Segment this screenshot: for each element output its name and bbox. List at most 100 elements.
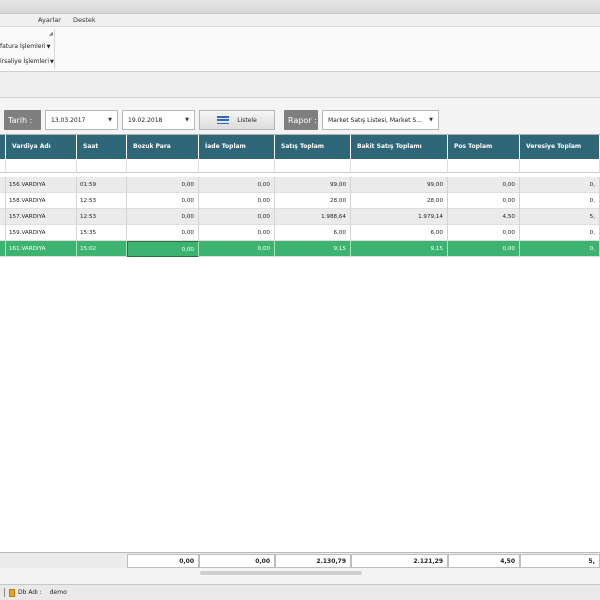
cell-satis-toplam[interactable]: 28,00 bbox=[275, 193, 351, 209]
fatura-islemleri-button[interactable]: fatura İşlemleri▼ bbox=[0, 43, 50, 50]
status-separator bbox=[4, 588, 5, 597]
db-name-label: Db Adı : bbox=[18, 589, 42, 596]
cell-bozuk-para[interactable]: 0,00 bbox=[127, 193, 199, 209]
cell-pos-toplam[interactable]: 4,50 bbox=[448, 209, 520, 225]
column-header-pos-toplam[interactable]: Pos Toplam bbox=[448, 135, 520, 159]
menu-bar: Ayarlar Destek bbox=[0, 14, 600, 26]
cell-iade-toplam[interactable]: 0,00 bbox=[199, 241, 275, 257]
database-icon bbox=[9, 588, 15, 597]
filter-cell-iade-toplam[interactable] bbox=[199, 159, 275, 173]
cell-pos-toplam[interactable]: 0,00 bbox=[448, 177, 520, 193]
cell-veresiye-toplam[interactable]: 0, bbox=[520, 241, 600, 257]
filter-cell-saat[interactable] bbox=[77, 159, 127, 173]
horizontal-scrollbar[interactable] bbox=[0, 568, 600, 578]
table-row[interactable]: 159.VARDIYA 15:35 0,00 0,00 6,00 6,00 0,… bbox=[0, 225, 600, 241]
cell-iade-toplam[interactable]: 0,00 bbox=[199, 225, 275, 241]
rapor-select[interactable]: Market Satış Listesi, Market S... ▼ bbox=[322, 110, 439, 130]
cell-veresiye-toplam[interactable]: 0, bbox=[520, 177, 600, 193]
cell-saat[interactable]: 12:53 bbox=[77, 193, 127, 209]
cell-vardiya-adi[interactable]: 161.VARDIYA bbox=[6, 241, 77, 257]
rapor-label: Rapor : bbox=[284, 110, 318, 130]
filter-bar: Tarih : 13.03.2017 ▼ 19.02.2018 ▼ Listel… bbox=[0, 104, 600, 134]
total-bozuk-para: 0,00 bbox=[127, 554, 199, 568]
filter-cell-satis-toplam[interactable] bbox=[275, 159, 351, 173]
db-name-value: demo bbox=[49, 589, 67, 596]
cell-saat[interactable]: 12:53 bbox=[77, 209, 127, 225]
cell-satis-toplam[interactable]: 1.988,64 bbox=[275, 209, 351, 225]
ribbon: fatura İşlemleri▼ irsaliye İşlemleri▼ ◢ bbox=[0, 26, 600, 72]
column-header-iade-toplam[interactable]: İade Toplam bbox=[199, 135, 275, 159]
column-header-nakit-satis-toplami[interactable]: Bakit Satış Toplamı bbox=[351, 135, 448, 159]
listele-button[interactable]: Listele bbox=[199, 110, 275, 130]
date-from-value: 13.03.2017 bbox=[51, 116, 86, 124]
total-satis-toplam: 2.130,79 bbox=[275, 554, 351, 568]
cell-bozuk-para[interactable]: 0,00 bbox=[127, 209, 199, 225]
chevron-down-icon: ▼ bbox=[46, 44, 51, 50]
cell-saat[interactable]: 15:35 bbox=[77, 225, 127, 241]
date-to-value: 19.02.2018 bbox=[128, 116, 163, 124]
cell-veresiye-toplam[interactable]: 0, bbox=[520, 225, 600, 241]
cell-veresiye-toplam[interactable]: 5, bbox=[520, 209, 600, 225]
cell-bozuk-para[interactable]: 0,00 bbox=[127, 225, 199, 241]
cell-satis-toplam[interactable]: 9,15 bbox=[275, 241, 351, 257]
menu-ayarlar[interactable]: Ayarlar bbox=[32, 16, 67, 24]
column-header-vardiya-adi[interactable]: Vardiya Adı bbox=[6, 135, 77, 159]
list-icon bbox=[217, 116, 230, 124]
date-from-picker[interactable]: 13.03.2017 ▼ bbox=[45, 110, 118, 130]
scrollbar-thumb[interactable] bbox=[200, 571, 362, 575]
column-header-saat[interactable]: Saat bbox=[77, 135, 127, 159]
cell-saat[interactable]: 15:02 bbox=[77, 241, 127, 257]
cell-vardiya-adi[interactable]: 159.VARDIYA bbox=[6, 225, 77, 241]
table-row[interactable]: 156.VARDIYA 01:59 0,00 0,00 99,00 99,00 … bbox=[0, 177, 600, 193]
cell-vardiya-adi[interactable]: 158.VARDIYA bbox=[6, 193, 77, 209]
cell-pos-toplam[interactable]: 0,00 bbox=[448, 225, 520, 241]
cell-pos-toplam[interactable]: 0,00 bbox=[448, 193, 520, 209]
cell-nakit-satis-toplami[interactable]: 6,00 bbox=[351, 225, 448, 241]
cell-nakit-satis-toplami[interactable]: 1.979,14 bbox=[351, 209, 448, 225]
irsaliye-islemleri-label: irsaliye İşlemleri bbox=[0, 58, 50, 65]
grid-header: Vardiya Adı Saat Bozuk Para İade Toplam … bbox=[0, 135, 600, 159]
cell-iade-toplam[interactable]: 0,00 bbox=[199, 177, 275, 193]
date-to-picker[interactable]: 19.02.2018 ▼ bbox=[122, 110, 195, 130]
menu-destek[interactable]: Destek bbox=[67, 16, 102, 24]
filter-cell-nakit-satis-toplami[interactable] bbox=[351, 159, 448, 173]
filter-cell-pos-toplam[interactable] bbox=[448, 159, 520, 173]
cell-veresiye-toplam[interactable]: 0, bbox=[520, 193, 600, 209]
table-row[interactable]: 158.VARDIYA 12:53 0,00 0,00 28,00 28,00 … bbox=[0, 193, 600, 209]
cell-pos-toplam[interactable]: 0,00 bbox=[448, 241, 520, 257]
cell-iade-toplam[interactable]: 0,00 bbox=[199, 193, 275, 209]
status-bar: Db Adı : demo bbox=[0, 584, 600, 600]
listele-label: Listele bbox=[237, 116, 257, 124]
rapor-value: Market Satış Listesi, Market S... bbox=[328, 116, 422, 124]
total-pos-toplam: 4,50 bbox=[448, 554, 520, 568]
table-row[interactable]: 157.VARDIYA 12:53 0,00 0,00 1.988,64 1.9… bbox=[0, 209, 600, 225]
chevron-down-icon: ▼ bbox=[108, 117, 112, 123]
filter-cell-veresiye-toplam[interactable] bbox=[520, 159, 600, 173]
cell-vardiya-adi[interactable]: 156.VARDIYA bbox=[6, 177, 77, 193]
data-grid: Vardiya Adı Saat Bozuk Para İade Toplam … bbox=[0, 134, 600, 552]
filter-cell-bozuk-para[interactable] bbox=[127, 159, 199, 173]
filter-cell-vardiya-adi[interactable] bbox=[6, 159, 77, 173]
column-header-bozuk-para[interactable]: Bozuk Para bbox=[127, 135, 199, 159]
cell-vardiya-adi[interactable]: 157.VARDIYA bbox=[6, 209, 77, 225]
cell-satis-toplam[interactable]: 6,00 bbox=[275, 225, 351, 241]
total-nakit-satis-toplami: 2.121,29 bbox=[351, 554, 448, 568]
column-header-satis-toplam[interactable]: Satış Toplam bbox=[275, 135, 351, 159]
cell-nakit-satis-toplami[interactable]: 99,00 bbox=[351, 177, 448, 193]
cell-bozuk-para[interactable]: 0,00 bbox=[127, 177, 199, 193]
cell-saat[interactable]: 01:59 bbox=[77, 177, 127, 193]
total-iade-toplam: 0,00 bbox=[199, 554, 275, 568]
cell-nakit-satis-toplami[interactable]: 28,00 bbox=[351, 193, 448, 209]
dialog-launcher-icon[interactable]: ◢ bbox=[49, 31, 53, 37]
tarih-label: Tarih : bbox=[4, 110, 41, 130]
fatura-islemleri-label: fatura İşlemleri bbox=[0, 43, 46, 50]
irsaliye-islemleri-button[interactable]: irsaliye İşlemleri▼ bbox=[0, 58, 54, 65]
window-title-bar bbox=[0, 0, 600, 14]
cell-bozuk-para-focused[interactable]: 0,00 bbox=[127, 241, 199, 257]
column-header-veresiye-toplam[interactable]: Veresiye Toplam bbox=[520, 135, 600, 159]
table-row-selected[interactable]: 161.VARDIYA 15:02 0,00 0,00 9,15 9,15 0,… bbox=[0, 241, 600, 257]
cell-satis-toplam[interactable]: 99,00 bbox=[275, 177, 351, 193]
cell-nakit-satis-toplami[interactable]: 9,15 bbox=[351, 241, 448, 257]
cell-iade-toplam[interactable]: 0,00 bbox=[199, 209, 275, 225]
total-veresiye-toplam: 5, bbox=[520, 554, 600, 568]
